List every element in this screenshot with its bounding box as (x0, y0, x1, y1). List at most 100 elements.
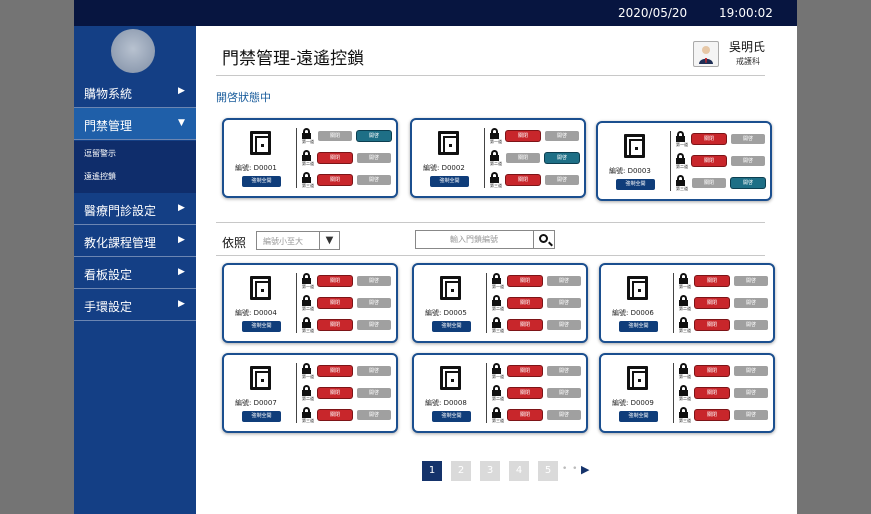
close-button[interactable]: 關閉 (695, 366, 729, 376)
open-button[interactable]: 開啓 (731, 134, 765, 144)
open-button[interactable]: 開啓 (734, 410, 768, 420)
sidebar-subitem-remote-lock[interactable]: 遠遙控鎖 (84, 171, 116, 182)
close-button[interactable]: 關閉 (508, 276, 542, 286)
divider (670, 131, 671, 191)
force-open-all-button[interactable]: 強制全開 (432, 411, 471, 422)
lock-row: 第一道 關閉 開啓 (302, 363, 398, 381)
close-button[interactable]: 關閉 (508, 366, 542, 376)
open-button[interactable]: 開啓 (545, 131, 579, 141)
lock-card: 編號: D0007 強制全開 第一道 關閉 開啓 第二道 關閉 開啓 第三道 關閉 開啓 (222, 353, 398, 433)
close-button[interactable]: 關閉 (318, 276, 352, 286)
open-button[interactable]: 開啓 (731, 156, 765, 166)
open-button[interactable]: 開啓 (734, 388, 768, 398)
close-button[interactable]: 關閉 (318, 298, 352, 308)
open-button[interactable]: 開啓 (547, 320, 581, 330)
force-open-all-button[interactable]: 強制全開 (619, 411, 658, 422)
open-button[interactable]: 開啓 (357, 175, 391, 185)
force-open-all-button[interactable]: 強制全開 (242, 321, 281, 332)
open-button[interactable]: 開啓 (734, 276, 768, 286)
sidebar-item-shopping[interactable]: 購物系統 ▶ (74, 76, 196, 108)
door-knob (638, 379, 641, 382)
sidebar-item-wristband[interactable]: 手環設定 ▶ (74, 289, 196, 321)
chevron-right-icon: ▶ (178, 235, 185, 245)
open-button[interactable]: 開啓 (357, 131, 391, 141)
sidebar-item-medical[interactable]: 醫療門診設定 ▶ (74, 193, 196, 225)
open-button[interactable]: 開啓 (357, 320, 391, 330)
close-button[interactable]: 關閉 (692, 134, 726, 144)
next-page-icon[interactable]: ▶ (581, 463, 589, 476)
lane-label: 第一道 (679, 374, 691, 379)
search-button[interactable] (533, 231, 554, 248)
lane-label: 第一道 (302, 284, 314, 289)
sidebar-item-courses[interactable]: 教化課程管理 ▶ (74, 225, 196, 257)
close-button[interactable]: 關閉 (506, 175, 540, 185)
lock-card: 編號: D0009 強制全開 第一道 關閉 開啓 第二道 關閉 開啓 第三道 關閉 開啓 (599, 353, 775, 433)
open-button[interactable]: 開啓 (547, 366, 581, 376)
open-button[interactable]: 開啓 (357, 153, 391, 163)
sidebar-item-board[interactable]: 看板設定 ▶ (74, 257, 196, 289)
force-open-all-button[interactable]: 強制全開 (616, 179, 655, 190)
lock-icon (679, 385, 688, 396)
chevron-right-icon: ▶ (178, 299, 185, 309)
page-button[interactable]: 2 (451, 461, 471, 481)
open-button[interactable]: 開啓 (547, 388, 581, 398)
close-button[interactable]: 關閉 (318, 153, 352, 163)
open-button[interactable]: 開啓 (357, 366, 391, 376)
force-open-all-button[interactable]: 強制全開 (619, 321, 658, 332)
door-knob (638, 289, 641, 292)
close-button[interactable]: 關閉 (695, 298, 729, 308)
page-button[interactable]: 4 (509, 461, 529, 481)
lock-row: 第三道 關閉 開啓 (302, 407, 398, 425)
force-open-all-button[interactable]: 強制全開 (430, 176, 469, 187)
open-button[interactable]: 開啓 (357, 410, 391, 420)
open-button[interactable]: 開啓 (734, 298, 768, 308)
user-avatar-icon[interactable] (693, 41, 719, 67)
force-open-all-button[interactable]: 強制全開 (242, 176, 281, 187)
close-button[interactable]: 關閉 (695, 276, 729, 286)
door-code: 編號: D0003 (609, 167, 651, 175)
close-button[interactable]: 關閉 (508, 388, 542, 398)
close-button[interactable]: 關閉 (692, 156, 726, 166)
open-button[interactable]: 開啓 (731, 178, 765, 188)
close-button[interactable]: 關閉 (318, 388, 352, 398)
open-button[interactable]: 開啓 (734, 366, 768, 376)
lock-row: 第一道 關閉 開啓 (302, 128, 398, 146)
close-button[interactable]: 關閉 (318, 320, 352, 330)
open-button[interactable]: 開啓 (545, 175, 579, 185)
force-open-all-button[interactable]: 強制全開 (242, 411, 281, 422)
open-button[interactable]: 開啓 (547, 298, 581, 308)
close-button[interactable]: 關閉 (695, 410, 729, 420)
sidebar-item-access-control[interactable]: 門禁管理 ▼ (74, 108, 196, 140)
open-button[interactable]: 開啓 (357, 298, 391, 308)
close-button[interactable]: 關閉 (695, 320, 729, 330)
close-button[interactable]: 關閉 (695, 388, 729, 398)
close-button[interactable]: 關閉 (508, 298, 542, 308)
force-open-all-button[interactable]: 強制全開 (432, 321, 471, 332)
chevron-down-icon[interactable]: ▼ (319, 232, 339, 249)
page-button[interactable]: 3 (480, 461, 500, 481)
close-button[interactable]: 關閉 (318, 410, 352, 420)
open-button[interactable]: 開啓 (545, 153, 579, 163)
open-button[interactable]: 開啓 (734, 320, 768, 330)
open-button[interactable]: 開啓 (357, 276, 391, 286)
open-button[interactable]: 開啓 (547, 276, 581, 286)
avatar[interactable] (111, 29, 155, 73)
divider (484, 128, 485, 188)
close-button[interactable]: 關閉 (506, 131, 540, 141)
sidebar-subitem-stay-alert[interactable]: 逗留警示 (84, 148, 116, 159)
close-button[interactable]: 關閉 (318, 175, 352, 185)
lock-icon (492, 273, 501, 284)
close-button[interactable]: 關閉 (508, 320, 542, 330)
sort-select[interactable]: 編號小至大 ▼ (256, 231, 340, 250)
open-button[interactable]: 開啓 (547, 410, 581, 420)
lane-label: 第一道 (302, 139, 314, 144)
lane-label: 第三道 (492, 418, 504, 423)
close-button[interactable]: 關閉 (318, 131, 352, 141)
open-button[interactable]: 開啓 (357, 388, 391, 398)
page-button[interactable]: 1 (422, 461, 442, 481)
page-button[interactable]: 5 (538, 461, 558, 481)
close-button[interactable]: 關閉 (506, 153, 540, 163)
close-button[interactable]: 關閉 (318, 366, 352, 376)
close-button[interactable]: 關閉 (692, 178, 726, 188)
close-button[interactable]: 關閉 (508, 410, 542, 420)
